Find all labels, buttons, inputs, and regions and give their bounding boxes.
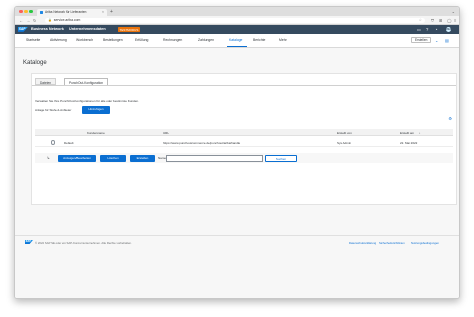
document-icon[interactable]: ▤ — [445, 38, 449, 43]
nav-item-workbench[interactable]: Workbench — [76, 38, 93, 42]
add-button[interactable]: Hinzufügen — [82, 106, 110, 114]
name-label: Name — [158, 156, 167, 160]
notifications-icon[interactable]: ◔ — [435, 27, 438, 32]
tab-divider — [32, 85, 456, 86]
row-created-by: Sys Admin — [337, 140, 352, 145]
browser-tab[interactable]: Ariba Network für Lieferanten × — [37, 8, 107, 16]
browser-tab-title: Ariba Network für Lieferanten — [45, 10, 87, 15]
new-tab-button[interactable]: + — [110, 9, 113, 15]
address-bar: ← → ↻ 🔒 service.ariba.com ☆ ⛉ ⊞ ◯ ≡ — [15, 16, 459, 25]
nav-item-orders[interactable]: Bestellungen — [103, 38, 123, 42]
url-field[interactable]: 🔒 service.ariba.com ☆ — [45, 17, 425, 24]
search-button[interactable]: Suchen — [265, 154, 297, 162]
nav-item-invoices[interactable]: Rechnungen — [163, 38, 182, 42]
nav-item-enablement[interactable]: Aktivierung — [50, 38, 67, 42]
name-search-input[interactable] — [166, 154, 263, 162]
shell-title: Business Network — [31, 27, 64, 32]
top-navigation: Startseite Aktivierung Workbench Bestell… — [15, 33, 459, 48]
row-created-on: 22. Mai 2022 — [400, 140, 418, 145]
table-action-bar: ↳ Anzeigen/Bearbeiten Löschen Erstellen … — [35, 153, 453, 163]
delete-button[interactable]: Löschen — [100, 154, 126, 162]
column-url[interactable]: URL — [163, 131, 169, 135]
url-text: service.ariba.com — [53, 18, 81, 23]
row-config-name: Default — [64, 140, 74, 145]
catalog-card: Dateien PunchOut-Konfiguration Verwalten… — [31, 73, 457, 205]
browser-window: Ariba Network für Lieferanten × + ⌄ ← → … — [14, 6, 460, 299]
help-icon[interactable]: ? — [426, 27, 428, 32]
table-header: Kundenname URL Erstellt von Erstellt am … — [35, 129, 453, 136]
copyright-text: © 2022 SAP SE oder ein SAP-Konzernuntern… — [35, 241, 132, 245]
forward-arrow-icon[interactable]: → — [26, 18, 30, 23]
tab-files[interactable]: Dateien — [35, 78, 56, 85]
sap-logo[interactable]: SAP — [18, 26, 28, 32]
table-row[interactable]: Default https://www.punchoutcommerce.de/… — [35, 138, 453, 147]
tab-list-chevron-icon[interactable]: ⌄ — [452, 9, 455, 14]
tab-punchout-configuration[interactable]: PunchOut-Konfiguration — [64, 78, 109, 85]
sort-descending-icon[interactable]: ↓ — [419, 131, 421, 135]
privacy-link[interactable]: Datenschutzerklärung — [349, 241, 376, 245]
main-content: Kataloge Dateien PunchOut-Konfiguration … — [15, 48, 459, 298]
menu-icon[interactable]: ≡ — [454, 18, 456, 23]
nav-item-payments[interactable]: Zahlungen — [198, 38, 214, 42]
account-icon[interactable]: ◯ — [447, 18, 451, 23]
shield-icon[interactable]: ⛉ — [431, 18, 434, 23]
ariba-favicon-icon — [40, 10, 43, 14]
lock-icon: 🔒 — [48, 18, 52, 23]
create-button[interactable]: Erstellen — [411, 36, 432, 43]
extensions-icon[interactable]: ⊞ — [439, 18, 442, 23]
chevron-down-icon[interactable]: ⌄ — [435, 38, 438, 43]
column-customer-name[interactable]: Kundenname — [87, 131, 105, 135]
user-avatar[interactable]: DSA — [445, 26, 451, 32]
maximize-window-icon[interactable] — [29, 9, 33, 14]
terms-link[interactable]: Nutzungsbedingungen — [411, 241, 439, 245]
nav-item-fulfillment[interactable]: Erfüllung — [135, 38, 148, 42]
browser-tab-bar: Ariba Network für Lieferanten × + ⌄ — [15, 7, 459, 16]
reload-icon[interactable]: ↻ — [33, 18, 37, 23]
test-mode-badge: TESTMODUS — [118, 27, 140, 32]
selection-arrow-icon: ↳ — [47, 155, 51, 160]
nav-item-more[interactable]: Mehr — [279, 38, 287, 42]
description-text: Verwalten Sie Ihre PunchOut-Konfiguratio… — [35, 98, 139, 103]
page-footer: SAP © 2022 SAP SE oder ein SAP-Konzernun… — [15, 235, 459, 249]
minimize-window-icon[interactable] — [24, 9, 28, 14]
security-link[interactable]: Sicherheitsrichtlinien — [379, 241, 405, 245]
create-config-button[interactable]: Erstellen — [130, 154, 155, 162]
row-url: https://www.punchoutcommerce.de/punchout… — [163, 140, 241, 145]
close-window-icon[interactable] — [19, 9, 23, 14]
bookmark-star-icon[interactable]: ☆ — [419, 18, 422, 22]
vendor-label: Anlage für Stufe-2-Anbieter — [35, 108, 72, 112]
sap-footer-logo: SAP — [25, 240, 33, 245]
nav-item-catalogs[interactable]: Kataloge — [229, 38, 242, 42]
column-created-on[interactable]: Erstellt am — [400, 131, 414, 135]
back-arrow-icon[interactable]: ← — [19, 18, 23, 23]
view-edit-button[interactable]: Anzeigen/Bearbeiten — [58, 154, 96, 162]
nav-item-reports[interactable]: Berichte — [253, 38, 265, 42]
chat-icon[interactable]: ▭ — [417, 27, 421, 32]
sap-shell-bar: SAP Business Network Unternehmensdaten T… — [15, 25, 459, 34]
column-created-by[interactable]: Erstellt von — [337, 131, 352, 135]
shell-mode-selector[interactable]: Unternehmensdaten — [69, 27, 106, 31]
table-settings-icon[interactable]: ⚙ — [448, 116, 452, 121]
row-select-radio[interactable] — [51, 140, 56, 145]
close-tab-icon[interactable]: × — [102, 10, 104, 14]
nav-item-home[interactable]: Startseite — [26, 38, 40, 42]
page-title: Kataloge — [23, 60, 47, 66]
